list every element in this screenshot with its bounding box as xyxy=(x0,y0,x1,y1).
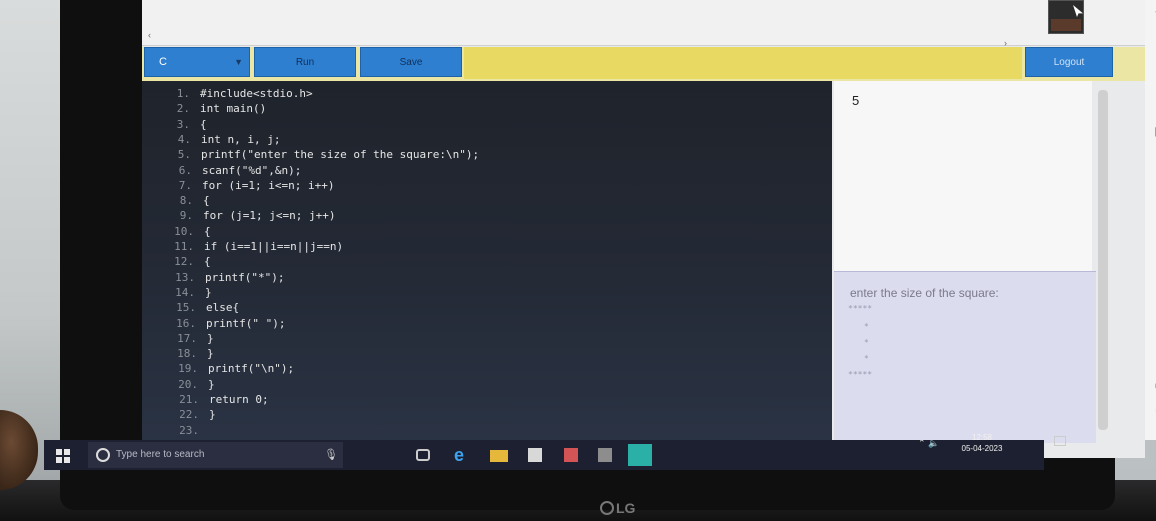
code-line: { xyxy=(200,117,207,131)
edge-browser-icon[interactable]: e xyxy=(454,446,472,464)
line-number: 1. xyxy=(176,87,190,100)
browser-top-strip: ‹ › xyxy=(142,0,1145,48)
line-number: 12. xyxy=(174,255,194,269)
line-number: 15. xyxy=(176,301,196,315)
search-placeholder: Type here to search xyxy=(116,449,205,460)
code-editor[interactable]: 1. 2. 3. 4. 5. 6. 7. 8. 9. 10. 11. 12. 13. 14. 15. 16. 1… xyxy=(142,81,832,441)
taskbar-clock[interactable]: 12:58 05-04-2023 xyxy=(952,432,1012,454)
code-line: for (j=1; j<=n; j++) xyxy=(203,209,336,223)
code-line: } xyxy=(209,408,216,422)
save-button[interactable]: Save xyxy=(360,47,462,77)
task-view-icon[interactable] xyxy=(416,449,430,461)
notification-icon[interactable] xyxy=(1054,436,1066,446)
clock-date: 05-04-2023 xyxy=(961,444,1003,453)
file-explorer-icon[interactable] xyxy=(490,450,508,462)
line-number: 14. xyxy=(175,285,195,299)
line-number: 16. xyxy=(176,316,196,330)
code-line: for (i=1; i<=n; i++) xyxy=(202,178,335,192)
windows-start-icon[interactable] xyxy=(56,449,70,463)
code-line: return 0; xyxy=(209,393,269,406)
line-number-gutter: 1. 2. 3. 4. 5. 6. 7. 8. 9. 10. 11. 12. 13. 14. 15. 16. 1… xyxy=(142,87,199,437)
toolbar-spacer xyxy=(464,47,1022,79)
page-scrollbar[interactable] xyxy=(1098,90,1108,430)
microphone-icon[interactable]: 🎙 xyxy=(324,448,338,461)
line-number: 17. xyxy=(177,331,197,345)
line-number: 7. xyxy=(178,178,192,192)
line-number: 22. xyxy=(179,408,199,422)
code-line: printf("enter the size of the square:\n"… xyxy=(201,148,480,162)
line-number: 19. xyxy=(178,362,198,376)
line-number: 2. xyxy=(176,102,190,116)
line-number: 20. xyxy=(178,377,198,391)
language-select[interactable]: C ▼ xyxy=(144,47,250,77)
output-line: ***** xyxy=(848,304,873,313)
line-number: 18. xyxy=(177,347,197,361)
run-button[interactable]: Run xyxy=(254,47,356,77)
compiler-toolbar: C ▼ Run Save Logout xyxy=(142,47,1145,81)
code-line: if (i==1||i==n||j==n) xyxy=(204,240,344,253)
line-number: 3. xyxy=(176,117,190,131)
browser-sidebar: ◆ ■ ♜ ● ▣ ✎ ➤ + ▭ ⚙ xyxy=(1145,0,1156,440)
code-line: { xyxy=(203,194,210,208)
code-line: else{ xyxy=(206,301,240,315)
output-line: ***** xyxy=(848,370,873,379)
mouse-cursor-icon xyxy=(1073,5,1083,17)
language-select-value: C xyxy=(159,56,167,68)
screen: ‹ › C ▼ Run Save Logout 1. 2. 3. 4. 5. 6. 7. 8.… xyxy=(142,0,1145,458)
active-app-icon[interactable] xyxy=(628,444,652,466)
line-number: 4. xyxy=(177,132,191,146)
code-line: int main() xyxy=(200,102,267,116)
output-line: * xyxy=(864,322,869,331)
output-line: * xyxy=(864,338,869,347)
scroll-left-icon[interactable]: ‹ xyxy=(148,30,151,40)
line-number: 8. xyxy=(179,194,193,208)
output-line: * xyxy=(864,354,869,363)
code-line: printf("*"); xyxy=(205,270,285,284)
corner-widget xyxy=(1048,0,1084,34)
corner-widget-strip xyxy=(1051,19,1081,31)
line-number: 5. xyxy=(177,148,191,162)
console-prompt-text: enter the size of the square: xyxy=(850,286,999,300)
line-number: 21. xyxy=(179,393,199,406)
chevron-down-icon: ▼ xyxy=(234,57,243,67)
code-line: printf("\n"); xyxy=(208,362,295,376)
clock-time: 12:58 xyxy=(971,433,993,442)
store-icon[interactable] xyxy=(528,448,542,462)
system-tray-icons[interactable]: ⌃ 🔈 xyxy=(918,438,939,449)
code-line: { xyxy=(204,255,211,269)
line-number: 13. xyxy=(175,270,195,284)
line-number: 11. xyxy=(174,240,194,253)
cortana-icon xyxy=(96,448,110,462)
line-number: 10. xyxy=(174,224,194,238)
code-line: } xyxy=(207,347,214,361)
line-number: 23. xyxy=(179,423,199,437)
code-line: } xyxy=(208,377,215,391)
line-number: 6. xyxy=(178,163,192,177)
stdin-value: 5 xyxy=(852,93,860,108)
output-console: enter the size of the square: ***** * * * **… xyxy=(834,271,1096,443)
code-line: { xyxy=(204,224,211,238)
brand-text: LG xyxy=(616,500,636,516)
code-line: } xyxy=(205,285,212,299)
code-line: int n, i, j; xyxy=(201,132,281,146)
code-line: printf(" "); xyxy=(206,316,286,330)
line-number: 9. xyxy=(179,209,193,223)
input-panel[interactable]: 5 xyxy=(834,81,1092,271)
code-line: scanf("%d",&n); xyxy=(202,163,302,177)
logout-button[interactable]: Logout xyxy=(1025,47,1113,77)
code-line: } xyxy=(207,331,214,345)
app-icon-red[interactable] xyxy=(564,448,578,462)
taskbar-search-box[interactable]: Type here to search 🎙 xyxy=(88,442,343,468)
windows-taskbar: Type here to search 🎙 e xyxy=(44,440,1044,470)
monitor-brand-logo: LG xyxy=(600,500,635,516)
code-line: #include<stdio.h> xyxy=(200,87,313,100)
app-icon-gray[interactable] xyxy=(598,448,612,462)
